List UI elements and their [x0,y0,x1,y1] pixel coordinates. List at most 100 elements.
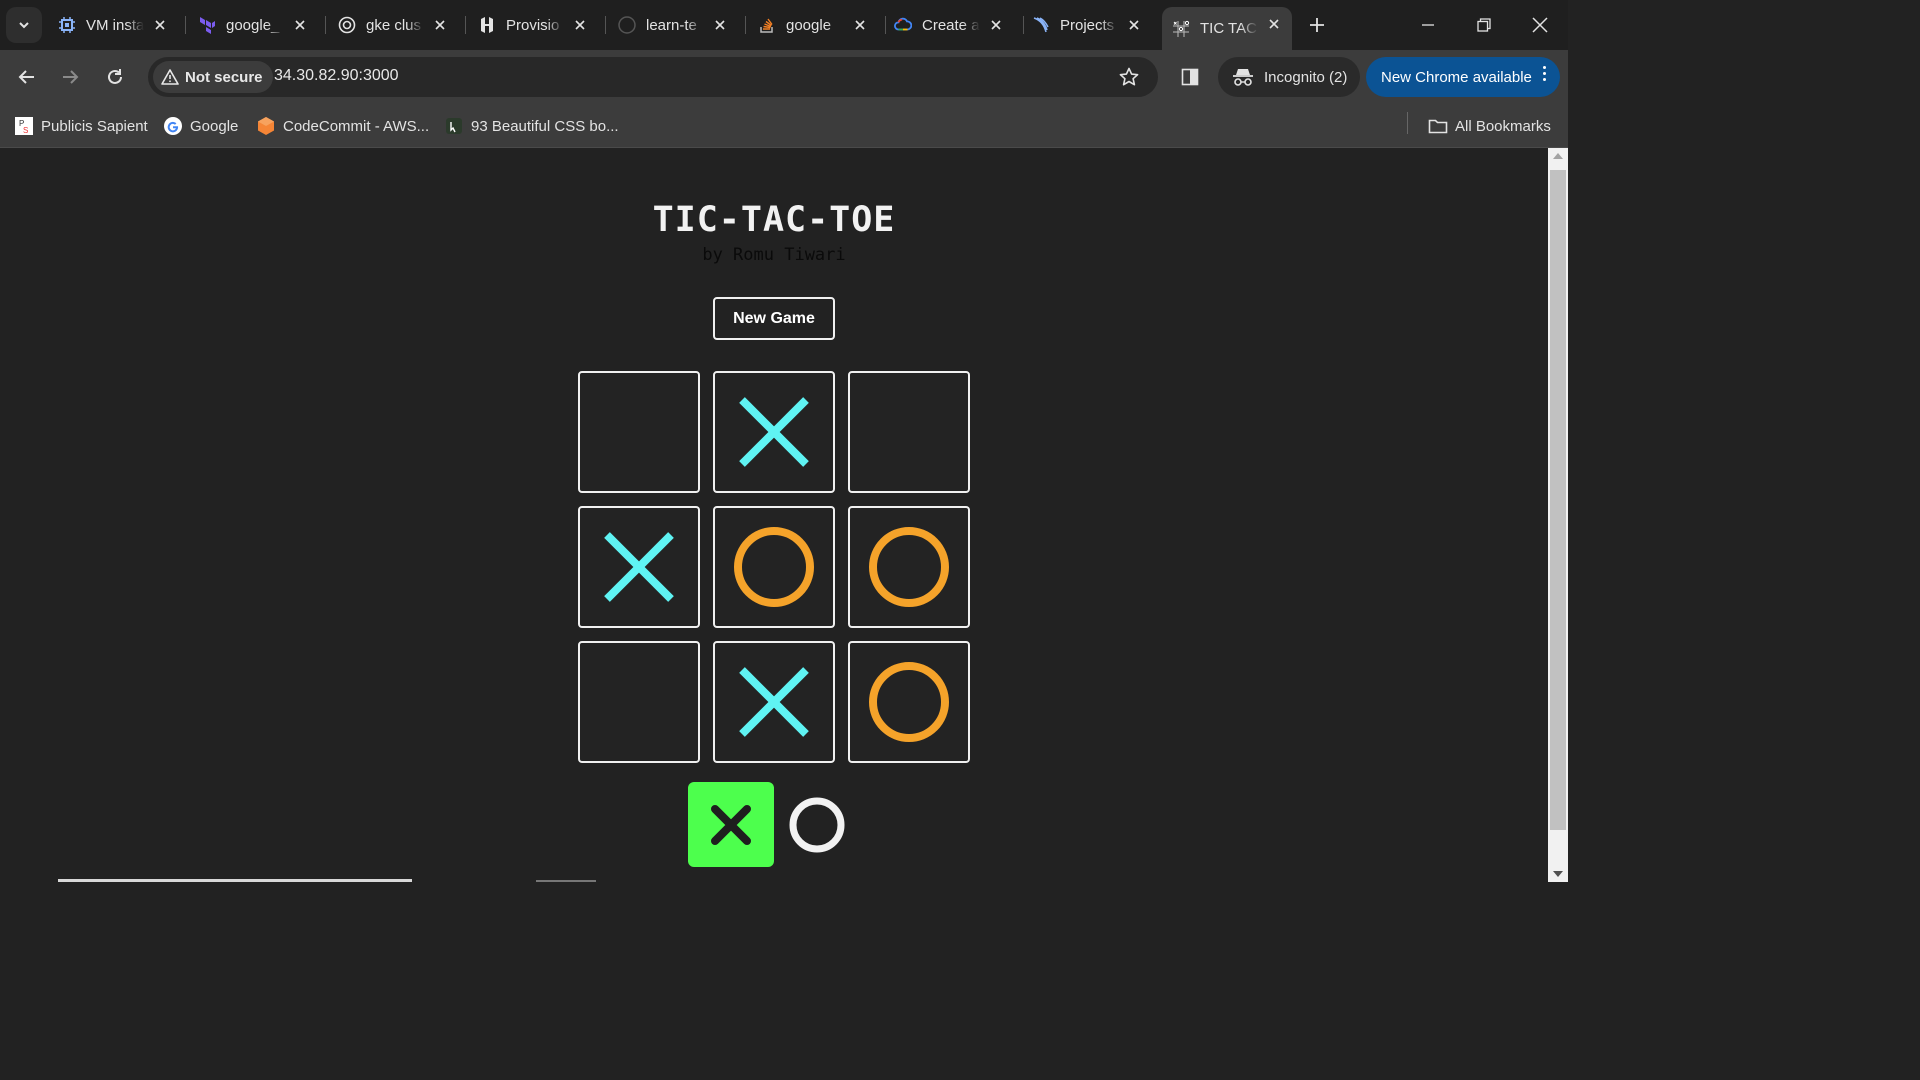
board-cell[interactable] [578,371,700,493]
close-icon[interactable] [1124,15,1144,35]
bookmark-css-borders[interactable]: 93 Beautiful CSS bo... [444,113,619,139]
close-icon[interactable] [710,15,730,35]
board-cell[interactable] [578,641,700,763]
tab-google-stackoverflow[interactable]: google [748,8,878,42]
css-borders-icon [444,116,464,136]
scroll-thumb[interactable] [1550,170,1566,830]
board-cell[interactable] [578,506,700,628]
new-game-button[interactable]: New Game [713,297,835,340]
tab-provisioning[interactable]: Provisio [468,8,598,42]
bookmark-google[interactable]: Google [163,113,238,139]
game-author: by Romu Tiwari [702,245,846,265]
tab-vm-instances[interactable]: VM insta [48,8,178,42]
back-button[interactable] [11,61,43,93]
tab-title: Projects [1060,16,1115,34]
update-label: New Chrome available [1381,68,1532,86]
url-text[interactable]: 34.30.82.90:3000 [274,67,399,85]
tab-title: google_ [226,16,280,34]
side-panel-icon [1181,68,1199,86]
close-icon[interactable] [570,15,590,35]
stackoverflow-icon [758,16,776,34]
restore-icon [1477,18,1491,32]
github-copilot-icon [338,16,356,34]
close-window-button[interactable] [1520,8,1560,42]
close-icon[interactable] [290,15,310,35]
minimize-icon [1422,24,1434,26]
bookmark-publicis-sapient[interactable]: PS Publicis Sapient [14,113,148,139]
svg-text:S: S [23,126,28,135]
close-icon[interactable] [850,15,870,35]
publicis-sapient-icon: PS [14,116,34,136]
tab-title: TIC TAC [1200,20,1257,37]
update-chrome-button[interactable]: New Chrome available [1366,57,1560,97]
scroll-down-arrow-icon[interactable] [1553,871,1563,877]
side-panel-button[interactable] [1176,63,1204,91]
bookmark-label: Publicis Sapient [41,117,148,135]
incognito-indicator[interactable]: Incognito (2) [1218,57,1360,97]
close-icon[interactable] [430,15,450,35]
board-cell[interactable] [848,506,970,628]
compute-engine-icon [58,16,76,34]
turn-indicator-x [688,782,774,867]
o-mark-icon [789,797,845,853]
plus-icon [1310,18,1324,32]
tab-learn-terraform[interactable]: learn-te [608,8,738,42]
tab-title: gke clus [366,16,422,34]
arrow-right-icon [63,70,79,84]
tab-separator [325,16,326,34]
tab-title: learn-te [646,16,697,34]
horizontal-scroll-indicator [58,879,412,882]
new-tab-button[interactable] [1303,11,1331,39]
game-title: TIC-TAC-TOE [652,200,896,240]
tab-title: Create a [922,16,980,34]
google-cloud-icon [894,16,912,34]
security-indicator[interactable]: Not secure [153,61,273,93]
bookmark-label: 93 Beautiful CSS bo... [471,117,619,135]
board-cell[interactable] [848,371,970,493]
bookmark-star-button[interactable] [1118,66,1140,88]
all-bookmarks-button[interactable]: All Bookmarks [1428,113,1551,139]
vertical-scrollbar[interactable] [1548,148,1568,882]
close-icon[interactable] [1264,14,1284,34]
bookmark-codecommit[interactable]: CodeCommit - AWS... [256,113,429,139]
close-icon[interactable] [150,15,170,35]
security-label: Not secure [185,68,263,86]
board-cell[interactable] [713,506,835,628]
tab-strip: VM insta google_ gke clus Provisio learn… [0,0,1568,50]
address-bar[interactable]: Not secure 34.30.82.90:3000 [148,57,1158,97]
bookmarks-bar: PS Publicis Sapient Google CodeCommit - … [0,104,1568,148]
minimize-button[interactable] [1408,8,1448,42]
board-cell[interactable] [848,641,970,763]
google-icon [163,116,183,136]
o-mark-icon [869,527,949,607]
reload-icon [108,69,122,84]
o-mark-icon [869,662,949,742]
x-mark-icon [739,667,809,737]
tab-projects[interactable]: Projects [1022,8,1152,42]
more-menu-icon[interactable] [1543,66,1546,81]
page-content: TIC-TAC-TOE by Romu Tiwari New Game [0,148,1548,882]
close-icon [1532,17,1548,33]
restore-button[interactable] [1464,8,1504,42]
tab-tic-tac-toe[interactable]: TIC TAC [1162,7,1292,50]
close-icon[interactable] [986,15,1006,35]
forward-button[interactable] [54,61,86,93]
folder-icon [1428,116,1448,136]
warning-icon [161,69,179,85]
browser-toolbar: Not secure 34.30.82.90:3000 Incognito (2… [0,50,1568,104]
x-mark-icon [711,804,751,845]
tab-create-gcp[interactable]: Create a [884,8,1014,42]
tab-google-terraform[interactable]: google_ [188,8,318,42]
projects-icon [1032,16,1050,34]
arrow-left-icon [18,70,34,84]
tab-gke-cluster[interactable]: gke clus [328,8,458,42]
tab-search-button[interactable] [6,7,42,43]
hashicorp-icon [478,16,496,34]
incognito-label: Incognito (2) [1264,68,1348,86]
board-cell[interactable] [713,371,835,493]
all-bookmarks-label: All Bookmarks [1455,117,1551,135]
reload-button[interactable] [99,61,131,93]
tab-title: Provisio [506,16,560,34]
board-cell[interactable] [713,641,835,763]
scroll-up-arrow-icon[interactable] [1553,153,1563,159]
